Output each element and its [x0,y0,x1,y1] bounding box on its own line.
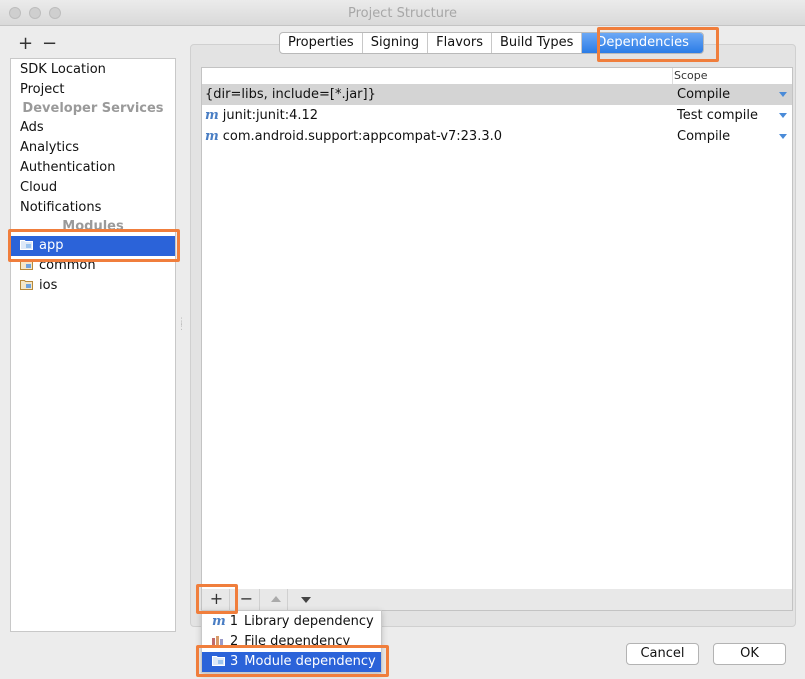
sidebar-item-module-ios[interactable]: ios [11,276,175,296]
sidebar-item-analytics[interactable]: Analytics [11,138,175,158]
dependency-name: m junit:junit:4.12 [205,108,319,123]
move-down-button[interactable] [292,589,318,610]
tab-build-types[interactable]: Build Types [492,33,583,53]
file-icon [212,635,225,646]
table-row[interactable]: m junit:junit:4.12 Test compile [202,105,792,126]
dependency-name: m com.android.support:appcompat-v7:23.3.0 [205,129,503,144]
maven-icon: m [205,129,219,144]
table-row[interactable]: {dir=libs, include=[*.jar]} Compile [202,84,792,105]
column-header-scope[interactable]: Scope [674,68,708,84]
scope-dropdown-icon[interactable] [779,134,787,139]
table-row[interactable]: m com.android.support:appcompat-v7:23.3.0… [202,126,792,147]
section-header-developer-services: Developer Services [22,101,164,116]
window-titlebar: Project Structure [0,0,805,26]
arrow-down-icon [301,597,311,603]
sidebar-item-project[interactable]: Project [11,80,175,100]
sidebar-item-cloud[interactable]: Cloud [11,178,175,198]
remove-dependency-button[interactable]: − [234,589,260,610]
sidebar-item-authentication[interactable]: Authentication [11,158,175,178]
sidebar-item-module-common[interactable]: common [11,256,175,276]
add-dependency-button[interactable]: + [204,589,230,610]
sidebar-item-module-app[interactable]: app [11,236,175,256]
menu-item-module-dependency[interactable]: 3 Module dependency [202,652,381,672]
tab-dependencies[interactable]: Dependencies [582,33,703,53]
sidebar-item-label: common [39,258,96,273]
maven-icon: m [205,108,219,123]
tab-signing[interactable]: Signing [363,33,429,53]
maven-icon: m [212,614,226,629]
splitter-handle[interactable]: ⋮ ⋮ [177,318,186,334]
module-folder-icon [20,239,33,250]
scope-value[interactable]: Compile [677,126,730,147]
tab-properties[interactable]: Properties [280,33,363,53]
move-up-button[interactable] [262,589,288,610]
scope-value[interactable]: Test compile [677,105,758,126]
window-title: Project Structure [347,6,458,21]
menu-item-file-dependency[interactable]: 2 File dependency [202,632,381,652]
menu-item-library-dependency[interactable]: m 1 Library dependency [202,612,381,632]
sidebar-item-label: ios [39,278,58,293]
module-folder-icon [212,655,225,666]
tab-bar: Properties Signing Flavors Build Types D… [279,32,704,54]
module-folder-icon [20,279,33,290]
module-folder-icon [20,259,33,270]
table-toolbar: + − [201,589,793,611]
scope-dropdown-icon[interactable] [779,92,787,97]
add-dependency-menu: m 1 Library dependency 2 File dependency 3M… [201,610,382,673]
add-module-button[interactable]: + [18,35,33,53]
arrow-up-icon [271,596,281,602]
scope-value[interactable]: Compile [677,84,730,105]
ok-button[interactable]: OK [713,643,786,665]
sidebar-item-notifications[interactable]: Notifications [11,198,175,218]
tab-flavors[interactable]: Flavors [428,33,492,53]
sidebar: SDK Location Project Developer Services … [10,58,176,632]
column-divider [672,68,673,84]
remove-module-button[interactable]: − [42,35,57,53]
sidebar-item-sdk-location[interactable]: SDK Location [11,60,175,80]
sidebar-item-label: app [39,238,64,253]
section-header-modules: Modules [62,219,124,234]
cancel-button[interactable]: Cancel [626,643,699,665]
scope-dropdown-icon[interactable] [779,113,787,118]
dependency-name: {dir=libs, include=[*.jar]} [205,87,376,102]
sidebar-item-ads[interactable]: Ads [11,118,175,138]
dependencies-table: Scope {dir=libs, include=[*.jar]} Compil… [201,67,793,590]
